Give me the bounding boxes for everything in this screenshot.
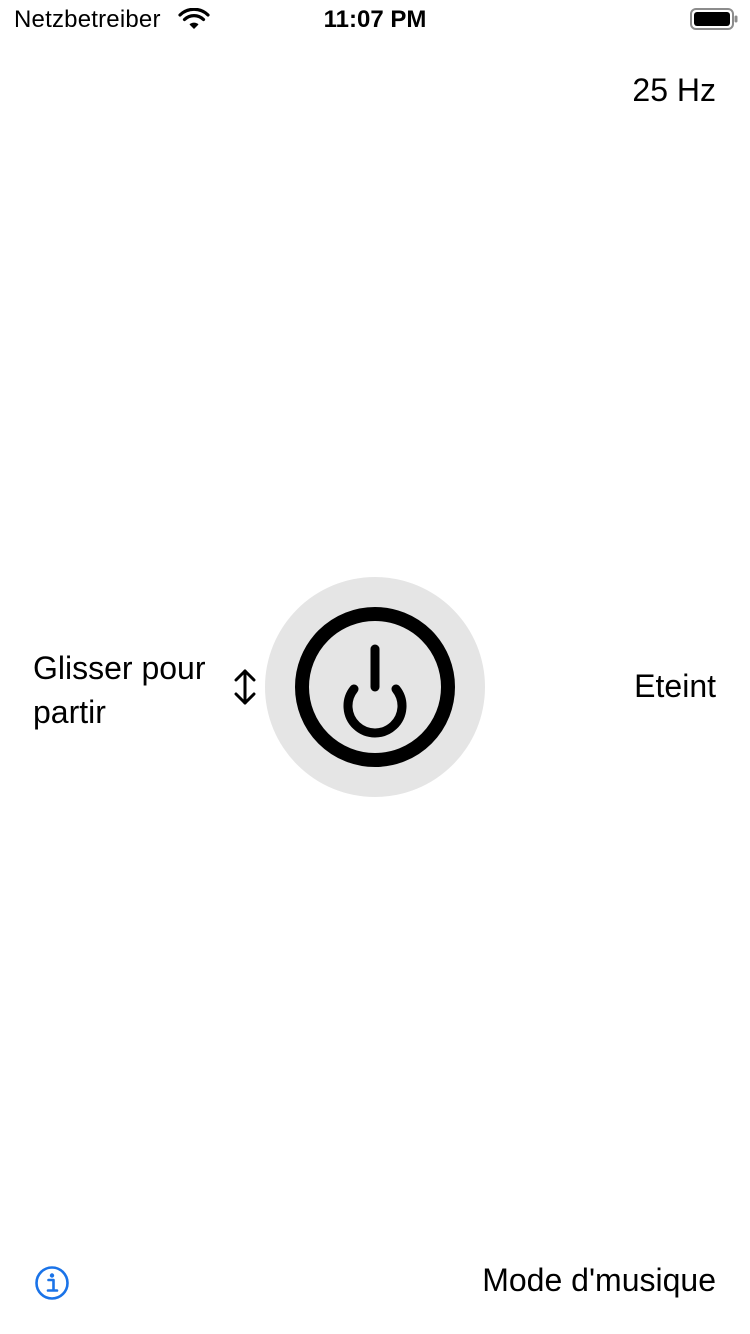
up-down-arrow-icon [234,669,256,705]
battery-full-icon [690,8,738,30]
power-button[interactable] [265,577,485,797]
frequency-label: 25 Hz [632,72,716,108]
power-icon [295,607,455,767]
status-time: 11:07 PM [323,6,427,33]
swipe-hint-label: Glisser pour partir [33,650,206,730]
power-state-label: Eteint [634,668,716,704]
info-icon[interactable] [34,1265,70,1301]
status-bar: Netzbetreiber 11:07 PM [0,0,750,40]
music-mode-button[interactable]: Mode d'musique [482,1262,716,1299]
